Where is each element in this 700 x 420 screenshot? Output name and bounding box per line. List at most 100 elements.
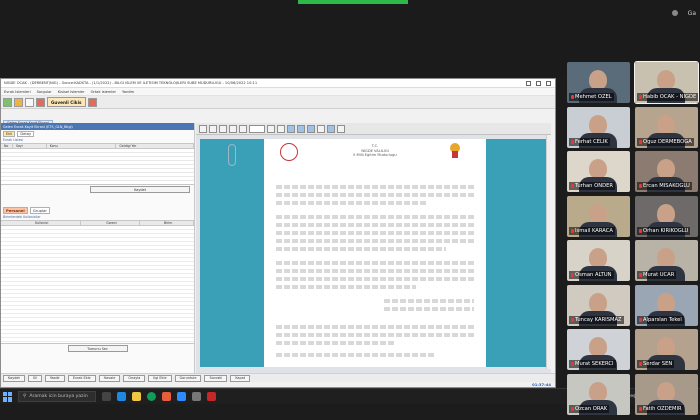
edge-icon[interactable]: [117, 392, 126, 401]
stop-icon[interactable]: [36, 97, 45, 107]
participant-tile[interactable]: Murat UCAR: [635, 240, 698, 281]
participant-tile[interactable]: Orhan KIRIKOGLU: [635, 195, 698, 237]
rotate-icon[interactable]: [317, 124, 325, 133]
participant-face: [657, 203, 675, 224]
menu-item[interactable]: Yardim: [122, 90, 134, 94]
print-icon[interactable]: [25, 97, 34, 107]
action-button[interactable]: Kaydet: [3, 374, 25, 382]
personnel-rows[interactable]: [1, 226, 194, 344]
last-page-icon[interactable]: [277, 124, 285, 133]
menu-item[interactable]: Sorgular: [37, 90, 52, 94]
column-header[interactable]: Kullanici: [1, 221, 81, 225]
action-button[interactable]: Havale: [98, 374, 121, 382]
taskbar-search-input[interactable]: ⚲ Aramak icin buraya yazin: [18, 391, 96, 402]
save-button[interactable]: Kaydet: [90, 186, 190, 193]
gallery-view-label[interactable]: Ga: [688, 10, 696, 17]
action-button[interactable]: Kapat: [230, 374, 251, 382]
action-button[interactable]: Sonraki: [204, 374, 228, 382]
prev-page-icon[interactable]: [239, 124, 247, 133]
column-header[interactable]: Geldigi Yer: [116, 144, 194, 148]
participant-tile[interactable]: Serdar SEN: [635, 329, 698, 370]
text-line: [276, 341, 396, 345]
column-header[interactable]: Konu: [47, 144, 117, 148]
new-icon[interactable]: [3, 97, 12, 107]
participant-tile[interactable]: Ercan MISAKOGLU: [635, 151, 698, 192]
folder-icon[interactable]: [14, 97, 23, 107]
participant-tile[interactable]: Mehmet OZEL: [567, 62, 630, 103]
participant-name: Ozcan ORAK: [569, 404, 610, 413]
app-titlebar: NIGDE OCAK . (DERBENT/NIG) - Gonce:KADST…: [1, 79, 555, 88]
action-button[interactable]: Yazdir: [44, 374, 65, 382]
tab-detay[interactable]: Detay: [17, 131, 35, 137]
action-button[interactable]: Onayla: [123, 374, 146, 382]
participant-face: [589, 159, 607, 179]
participant-tile[interactable]: Alparslan Tekel: [635, 284, 698, 326]
action-button[interactable]: Goruntule: [174, 374, 202, 382]
zoom-icon[interactable]: [177, 392, 186, 401]
next-page-icon[interactable]: [267, 124, 275, 133]
document-rows[interactable]: [1, 149, 194, 185]
app-icon[interactable]: [192, 392, 201, 401]
panel-tabs: Ekli Detay: [1, 130, 194, 138]
windows-start-icon[interactable]: [3, 391, 13, 402]
view-mode-icon[interactable]: [327, 124, 335, 133]
viewer-toolbar: [196, 123, 551, 135]
tab-ekli[interactable]: Ekli: [3, 131, 16, 137]
text-line: [276, 285, 416, 289]
safe-exit-button[interactable]: Guvenli Cikis: [47, 97, 86, 107]
participant-tile[interactable]: Ferhat CELIK: [567, 106, 630, 148]
document-page: T.C. NIGDE VALILIGI Il Milli Egitim Mudu…: [264, 139, 486, 367]
text-line: [384, 307, 474, 311]
participant-tile[interactable]: Ozcan ORAK: [567, 373, 630, 415]
column-header[interactable]: No: [1, 144, 13, 148]
column-header[interactable]: Sayi: [13, 144, 47, 148]
participant-tile[interactable]: Ismail KARACA: [567, 195, 630, 237]
search-icon[interactable]: [337, 124, 345, 133]
column-header[interactable]: Gorevi: [81, 221, 141, 225]
participant-tile[interactable]: Fatih OZDEMIR: [635, 373, 698, 415]
chrome-icon[interactable]: [147, 392, 156, 401]
tab-personel[interactable]: Personel: [3, 207, 28, 214]
participant-face: [657, 114, 675, 135]
gallery-icon[interactable]: [672, 10, 678, 16]
exit-icon[interactable]: [87, 97, 97, 107]
menu-item[interactable]: Ortak Islemler: [91, 90, 116, 94]
select-all-button[interactable]: Tumunu Sec: [67, 345, 128, 352]
participant-tile[interactable]: Tuncay KARISMAZ: [567, 284, 630, 326]
menu-item[interactable]: Kisisel Islemler: [58, 90, 85, 94]
participant-tile[interactable]: Osman ALTUN: [567, 240, 630, 281]
page-number-input[interactable]: [249, 124, 265, 133]
print-icon[interactable]: [219, 124, 227, 133]
action-button[interactable]: Evrak Ekle: [67, 374, 96, 382]
document-canvas[interactable]: T.C. NIGDE VALILIGI Il Milli Egitim Mudu…: [200, 139, 547, 367]
app-icon[interactable]: [207, 392, 216, 401]
task-view-icon[interactable]: [102, 392, 111, 401]
close-icon[interactable]: [546, 80, 551, 86]
open-icon[interactable]: [199, 124, 207, 133]
file-explorer-icon[interactable]: [132, 392, 141, 401]
participant-tile[interactable]: Murat SEKERCI: [567, 329, 630, 370]
tab-gruplar[interactable]: Gruplar: [29, 207, 50, 214]
document-header: T.C. NIGDE VALILIGI Il Milli Egitim Mudu…: [264, 144, 486, 158]
viewer-scrollbar[interactable]: [546, 135, 551, 369]
maximize-icon[interactable]: [536, 80, 541, 86]
participant-tile[interactable]: Turhan ONDER: [567, 151, 630, 192]
column-header[interactable]: Birim: [140, 221, 194, 225]
save-icon[interactable]: [209, 124, 217, 133]
action-button[interactable]: Ilgi Ekle: [148, 374, 172, 382]
text-line: [276, 201, 426, 205]
zoom-in-icon[interactable]: [287, 124, 295, 133]
minimize-icon[interactable]: [526, 80, 531, 86]
text-line: [276, 247, 446, 251]
participant-tile[interactable]: Habib OCAK - NIGDE: [634, 61, 699, 104]
action-button[interactable]: Sil: [27, 374, 42, 382]
fit-page-icon[interactable]: [307, 124, 315, 133]
menu-item[interactable]: Evrak Islemleri: [4, 90, 31, 94]
sharing-indicator[interactable]: [298, 0, 408, 4]
participant-name: Fatih OZDEMIR: [637, 404, 684, 413]
office-icon[interactable]: [162, 392, 171, 401]
zoom-out-icon[interactable]: [297, 124, 305, 133]
participant-tile[interactable]: Oguz DERMEBOGA: [635, 106, 698, 148]
paperclip-icon[interactable]: [228, 144, 236, 166]
first-page-icon[interactable]: [229, 124, 237, 133]
